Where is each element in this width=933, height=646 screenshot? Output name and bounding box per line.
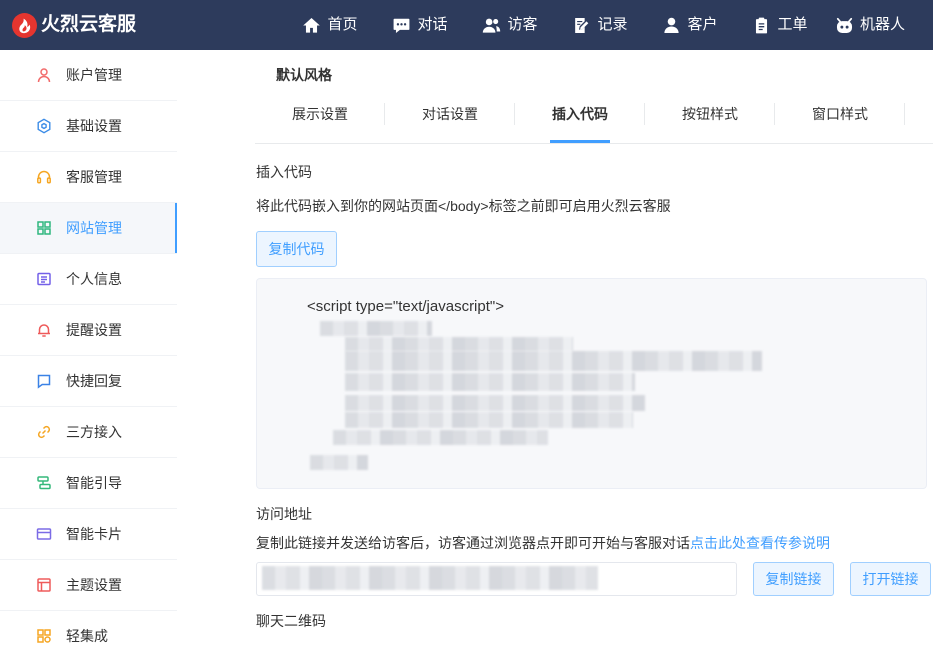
sidebar-item-basic-settings[interactable]: 基础设置: [0, 101, 177, 152]
sidebar-item-label: 提醒设置: [66, 322, 122, 338]
layout-icon: [36, 577, 52, 593]
tab-insert-code[interactable]: 插入代码: [515, 96, 645, 143]
sidebar-item-quick-reply[interactable]: 快捷回复: [0, 356, 177, 407]
copy-link-button[interactable]: 复制链接: [753, 562, 834, 596]
sidebar-item-label: 主题设置: [66, 577, 122, 593]
sidebar-item-label: 智能引导: [66, 475, 122, 491]
hexagon-icon: [36, 118, 52, 134]
blurred-code-line: [345, 337, 573, 351]
open-link-button[interactable]: 打开链接: [850, 562, 931, 596]
link-icon: [36, 424, 52, 440]
visitors-icon: [482, 16, 501, 35]
user-icon: [36, 67, 52, 83]
nav-label: 工单: [777, 16, 808, 33]
settings-tabs: 展示设置 对话设置 插入代码 按钮样式 窗口样式: [255, 96, 933, 144]
profile-doc-icon: [36, 271, 52, 287]
sidebar-item-label: 账户管理: [66, 67, 122, 83]
blurred-code-line: [320, 321, 432, 336]
tab-window-style[interactable]: 窗口样式: [775, 96, 905, 143]
top-nav: 首页 对话 访客 记录 客户 工单 机器人: [285, 0, 915, 50]
sidebar-item-label: 轻集成: [66, 628, 108, 644]
nav-records[interactable]: 记录: [555, 0, 645, 50]
sidebar-item-website-management[interactable]: 网站管理: [0, 203, 177, 254]
sidebar-item-label: 基础设置: [66, 118, 122, 134]
nav-customers[interactable]: 客户: [645, 0, 735, 50]
ticket-icon: [752, 16, 771, 35]
flame-logo-icon: [12, 12, 37, 38]
chat-qr-code-title: 聊天二维码: [256, 613, 326, 629]
sidebar-item-label: 三方接入: [66, 424, 122, 440]
sidebar-item-theme-settings[interactable]: 主题设置: [0, 560, 177, 611]
logo[interactable]: 火烈云客服: [12, 12, 136, 38]
blurred-code-line: [345, 351, 762, 371]
apps-icon: [36, 628, 52, 644]
sidebar-item-smart-guide[interactable]: 智能引导: [0, 458, 177, 509]
customer-icon: [662, 16, 681, 35]
insert-code-title: 插入代码: [256, 164, 312, 180]
sidebar-item-label: 个人信息: [66, 271, 122, 287]
nav-tickets[interactable]: 工单: [735, 0, 825, 50]
sidebar-item-profile[interactable]: 个人信息: [0, 254, 177, 305]
nav-label: 客户: [687, 16, 718, 33]
sidebar: 账户管理 基础设置 客服管理 网站管理 个人信息 提醒设置 快捷回复 三方接入 …: [0, 50, 177, 646]
sidebar-item-agent-management[interactable]: 客服管理: [0, 152, 177, 203]
signpost-icon: [36, 475, 52, 491]
copy-code-button[interactable]: 复制代码: [256, 231, 337, 267]
tab-button-style[interactable]: 按钮样式: [645, 96, 775, 143]
blurred-url-value: [262, 566, 598, 590]
tab-chat-settings[interactable]: 对话设置: [385, 96, 515, 143]
tab-display-settings[interactable]: 展示设置: [255, 96, 385, 143]
access-url-title: 访问地址: [256, 506, 312, 522]
sidebar-item-reminder-settings[interactable]: 提醒设置: [0, 305, 177, 356]
param-help-link[interactable]: 点击此处查看传参说明: [690, 535, 830, 551]
nav-chat[interactable]: 对话: [375, 0, 465, 50]
sidebar-item-account[interactable]: 账户管理: [0, 50, 177, 101]
sidebar-item-light-integration[interactable]: 轻集成: [0, 611, 177, 646]
blurred-code-line: [345, 395, 645, 411]
code-first-line: <script type="text/javascript">: [307, 298, 504, 315]
nav-visitors[interactable]: 访客: [465, 0, 555, 50]
record-icon: [572, 16, 591, 35]
style-label: 默认风格: [276, 67, 332, 83]
logo-text: 火烈云客服: [41, 14, 137, 35]
blurred-code-line: [345, 412, 633, 428]
sidebar-item-label: 网站管理: [66, 220, 122, 236]
nav-label: 对话: [417, 16, 448, 33]
nav-label: 访客: [507, 16, 538, 33]
access-url-description-row: 复制此链接并发送给访客后，访客通过浏览器点开即可开始与客服对话点击此处查看传参说…: [256, 535, 830, 551]
sidebar-item-label: 客服管理: [66, 169, 122, 185]
access-url-input[interactable]: [256, 562, 737, 596]
headset-icon: [36, 169, 52, 185]
sidebar-item-label: 快捷回复: [66, 373, 122, 389]
chat-icon: [392, 16, 411, 35]
nav-label: 记录: [597, 16, 628, 33]
nav-label: 首页: [327, 16, 358, 33]
sidebar-item-third-party[interactable]: 三方接入: [0, 407, 177, 458]
nav-home[interactable]: 首页: [285, 0, 375, 50]
nav-robot[interactable]: 机器人: [825, 0, 915, 50]
message-icon: [36, 373, 52, 389]
sidebar-item-label: 智能卡片: [66, 526, 122, 542]
sidebar-item-smart-card[interactable]: 智能卡片: [0, 509, 177, 560]
insert-code-description: 将此代码嵌入到你的网站页面</body>标签之前即可启用火烈云客服: [256, 198, 671, 214]
card-icon: [36, 526, 52, 542]
grid-icon: [36, 220, 52, 236]
nav-label: 机器人: [859, 16, 905, 33]
blurred-code-line: [310, 455, 368, 470]
home-icon: [302, 16, 321, 35]
access-url-description: 复制此链接并发送给访客后，访客通过浏览器点开即可开始与客服对话: [256, 535, 690, 551]
code-block: <script type="text/javascript">: [256, 278, 927, 489]
bell-icon: [36, 322, 52, 338]
blurred-code-line: [345, 373, 635, 391]
blurred-code-line: [333, 430, 548, 445]
robot-icon: [835, 16, 854, 35]
top-header: 火烈云客服 首页 对话 访客 记录 客户 工单 机器人: [0, 0, 933, 50]
